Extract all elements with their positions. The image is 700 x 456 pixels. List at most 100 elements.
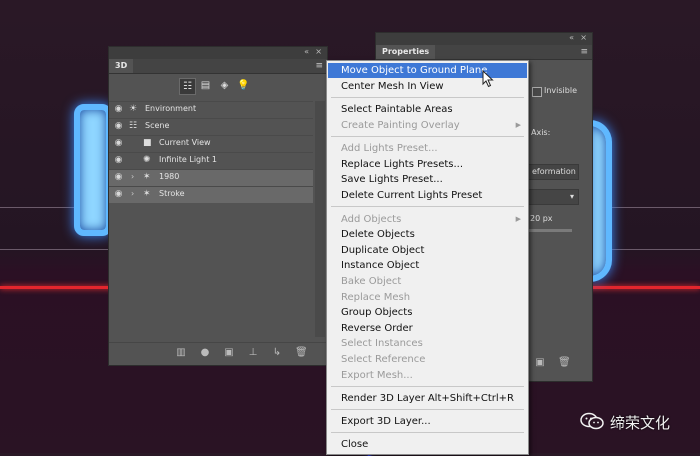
menu-item-close[interactable]: Close <box>328 437 527 452</box>
menu-item-shortcut: Alt+Shift+Ctrl+R <box>427 393 514 404</box>
menu-item-label: Delete Objects <box>341 229 415 240</box>
wechat-icon <box>580 412 604 430</box>
menu-item-bake-object[interactable]: Bake Object <box>328 274 527 289</box>
layer-row-stroke[interactable]: ◉ › ✶ Stroke <box>109 186 313 203</box>
menu-item-select-reference[interactable]: Select Reference <box>328 352 527 367</box>
menu-item-delete-current-lights-preset[interactable]: Delete Current Lights Preset <box>328 188 527 203</box>
tab-3d[interactable]: 3D <box>109 59 134 73</box>
light-filter-icon[interactable]: ● <box>199 347 211 359</box>
layer-name: Environment <box>145 104 197 113</box>
mesh-filter-icon[interactable]: ▥ <box>175 347 187 359</box>
visibility-eye-icon[interactable]: ◉ <box>113 172 124 183</box>
menu-item-replace-mesh[interactable]: Replace Mesh <box>328 290 527 305</box>
layer-row-current-view[interactable]: ◉ ■ Current View <box>109 135 313 152</box>
render-icon[interactable]: ▣ <box>223 347 235 359</box>
layer-row-environment[interactable]: ◉ ☀ Environment <box>109 101 313 118</box>
menu-item-label: Bake Object <box>341 276 402 287</box>
tab-properties[interactable]: Properties <box>376 45 436 59</box>
menu-item-add-lights-preset[interactable]: Add Lights Preset... <box>328 141 527 156</box>
material-filter-button[interactable]: ◈ <box>217 78 232 93</box>
properties-panel-titlebar: « × <box>376 33 592 45</box>
visibility-eye-icon[interactable]: ◉ <box>113 121 124 132</box>
mesh-filter-button[interactable]: ▤ <box>198 78 213 93</box>
menu-item-save-lights-preset[interactable]: Save Lights Preset... <box>328 172 527 187</box>
menu-item-select-paintable-areas[interactable]: Select Paintable Areas <box>328 102 527 117</box>
menu-item-add-objects[interactable]: Add Objects ▶ <box>328 212 527 227</box>
mesh-icon: ✶ <box>143 189 151 199</box>
panel-menu-icon[interactable]: ≡ <box>580 47 588 57</box>
menu-item-group-objects[interactable]: Group Objects <box>328 305 527 320</box>
menu-item-label: Center Mesh In View <box>341 81 444 92</box>
add-light-icon[interactable]: ↳ <box>271 347 283 359</box>
visibility-eye-icon[interactable]: ◉ <box>113 138 124 149</box>
menu-item-label: Reverse Order <box>341 323 413 334</box>
visibility-eye-icon[interactable]: ◉ <box>113 155 124 166</box>
menu-separator <box>331 206 524 207</box>
properties-panel-tabbar: Properties ≡ <box>376 45 592 60</box>
menu-item-label: Move Object to Ground Plane <box>341 65 488 76</box>
layer-name: Scene <box>145 121 170 130</box>
watermark-text: 缔荣文化 <box>610 414 671 432</box>
deformation-button[interactable]: eformation <box>528 164 579 180</box>
menu-separator <box>331 386 524 387</box>
layer-name: 1980 <box>159 172 180 181</box>
environment-icon: ☀ <box>129 104 138 114</box>
mesh-icon: ▤ <box>200 80 211 91</box>
collapse-icon[interactable]: « <box>569 33 574 42</box>
menu-separator <box>331 432 524 433</box>
shape-dropdown[interactable]: ▾ <box>528 189 579 205</box>
menu-item-create-painting-overlay[interactable]: Create Painting Overlay ▶ <box>328 118 527 133</box>
layer-list-scrollbar[interactable] <box>315 101 325 337</box>
panel-menu-icon[interactable]: ≡ <box>315 61 323 71</box>
menu-item-label: Instance Object <box>341 260 420 271</box>
menu-item-export-3d-layer[interactable]: Export 3D Layer... <box>328 414 527 429</box>
scene-icon: ☷ <box>183 81 192 92</box>
menu-item-delete-objects[interactable]: Delete Objects <box>328 227 527 242</box>
close-icon[interactable]: × <box>580 33 587 42</box>
close-icon[interactable]: × <box>315 47 322 56</box>
infinite-light-icon: ✺ <box>143 155 151 165</box>
invisible-checkbox[interactable] <box>532 87 542 97</box>
3d-panel-tabbar: 3D ≡ <box>109 59 327 74</box>
submenu-arrow-icon: ▶ <box>515 121 521 129</box>
scene-filter-button[interactable]: ☷ <box>179 78 196 95</box>
light-filter-button[interactable]: 💡 <box>236 78 251 93</box>
expand-arrow-icon[interactable]: › <box>131 189 134 198</box>
mesh-icon: ✶ <box>143 172 151 182</box>
submenu-arrow-icon: ▶ <box>515 215 521 223</box>
layer-row-1980[interactable]: ◉ › ✶ 1980 <box>109 169 313 186</box>
collapse-icon[interactable]: « <box>304 47 309 56</box>
3d-filter-toolbar: ☷ ▤ ◈ 💡 <box>109 74 327 98</box>
extrusion-depth-value[interactable]: 20 px <box>530 214 553 223</box>
layer-name: Infinite Light 1 <box>159 155 217 164</box>
menu-item-export-mesh[interactable]: Export Mesh... <box>328 368 527 383</box>
layer-name: Current View <box>159 138 211 147</box>
render-icon[interactable]: ▣ <box>534 357 546 369</box>
menu-item-duplicate-object[interactable]: Duplicate Object <box>328 243 527 258</box>
visibility-eye-icon[interactable]: ◉ <box>113 189 124 200</box>
depth-slider[interactable] <box>528 229 572 232</box>
3d-layer-list: ◉ ☀ Environment ◉ ☷ Scene ◉ ■ Current Vi… <box>109 101 313 203</box>
menu-item-label: Replace Lights Presets... <box>341 159 464 170</box>
visibility-eye-icon[interactable]: ◉ <box>113 104 124 115</box>
menu-item-label: Select Paintable Areas <box>341 104 453 115</box>
layer-row-scene[interactable]: ◉ ☷ Scene <box>109 118 313 135</box>
menu-item-replace-lights-presets[interactable]: Replace Lights Presets... <box>328 157 527 172</box>
trash-icon[interactable]: 🗑 <box>295 347 308 359</box>
expand-arrow-icon[interactable]: › <box>131 172 134 181</box>
menu-item-reverse-order[interactable]: Reverse Order <box>328 321 527 336</box>
menu-item-label: Delete Current Lights Preset <box>341 190 483 201</box>
menu-item-center-mesh-in-view[interactable]: Center Mesh In View <box>328 79 527 94</box>
ground-plane-icon[interactable]: ⊥ <box>247 347 259 359</box>
layer-row-infinite-light[interactable]: ◉ ✺ Infinite Light 1 <box>109 152 313 169</box>
trash-icon[interactable]: 🗑 <box>558 357 571 369</box>
menu-item-move-object-to-ground-plane[interactable]: Move Object to Ground Plane <box>328 63 527 78</box>
menu-separator <box>331 136 524 137</box>
menu-item-select-instances[interactable]: Select Instances <box>328 336 527 351</box>
menu-item-instance-object[interactable]: Instance Object <box>328 258 527 273</box>
menu-item-label: Add Lights Preset... <box>341 143 438 154</box>
menu-item-render-3d-layer[interactable]: Render 3D Layer Alt+Shift+Ctrl+R <box>328 391 527 406</box>
context-menu: Move Object to Ground Plane Center Mesh … <box>326 60 529 455</box>
menu-item-label: Close <box>341 439 369 450</box>
menu-item-label: Create Painting Overlay <box>341 120 460 131</box>
